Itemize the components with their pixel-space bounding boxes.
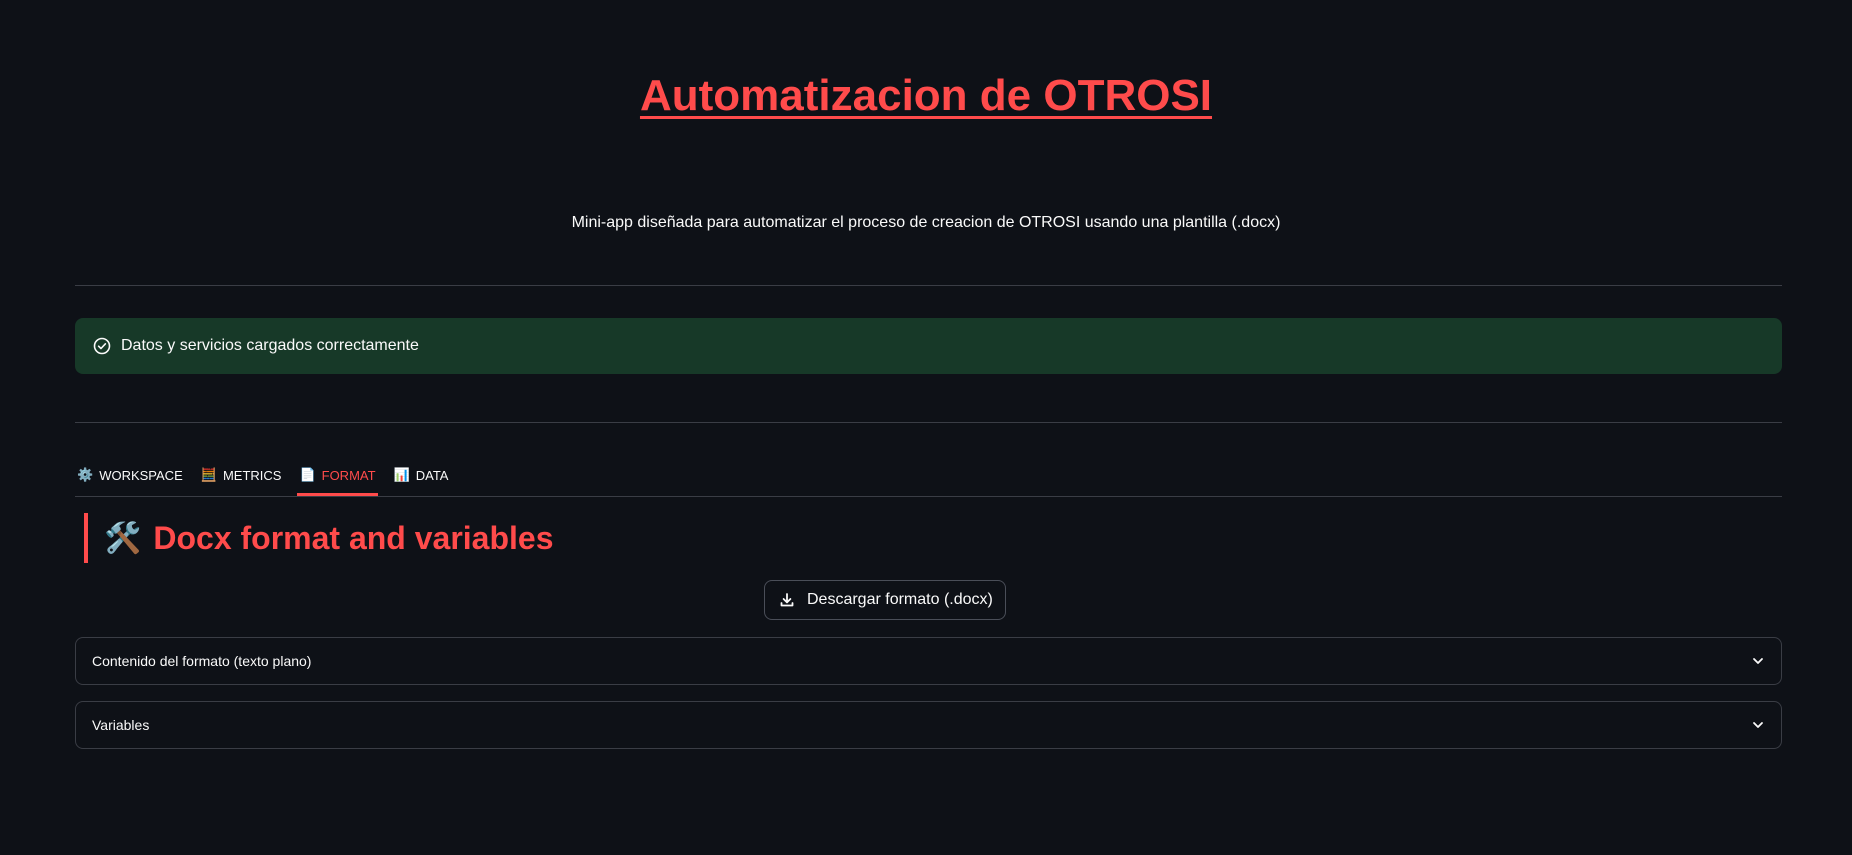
tools-icon: 🛠️ (104, 521, 142, 555)
tab-data[interactable]: 📊 DATA (392, 456, 451, 494)
tab-workspace-label: WORKSPACE (99, 467, 183, 483)
divider-top (75, 285, 1782, 286)
app-page: Automatizacion de OTROSI Mini-app diseña… (0, 0, 1852, 855)
chevron-down-icon (1751, 654, 1765, 668)
tab-format[interactable]: 📄 FORMAT (297, 456, 378, 496)
check-circle-icon (93, 337, 111, 355)
tab-data-label: DATA (415, 467, 449, 483)
page-title: Automatizacion de OTROSI (639, 71, 1213, 120)
abacus-icon: 🧮 (200, 467, 217, 482)
chevron-down-icon (1751, 718, 1765, 732)
gear-icon: ⚙️ (77, 467, 94, 482)
document-icon: 📄 (299, 467, 316, 482)
tab-bar: ⚙️ WORKSPACE 🧮 METRICS 📄 FORMAT 📊 DATA (75, 456, 1782, 497)
tab-metrics-label: METRICS (222, 467, 282, 483)
download-format-label: Descargar formato (.docx) (807, 591, 993, 608)
expander-variables[interactable]: Variables (75, 701, 1782, 749)
tab-workspace[interactable]: ⚙️ WORKSPACE (75, 456, 185, 494)
success-alert: Datos y servicios cargados correctamente (75, 318, 1782, 374)
tab-metrics[interactable]: 🧮 METRICS (199, 456, 284, 494)
section-title: Docx format and variables (153, 519, 554, 556)
bar-chart-icon: 📊 (393, 467, 410, 482)
success-alert-text: Datos y servicios cargados correctamente (121, 337, 419, 354)
page-subtitle: Mini-app diseñada para automatizar el pr… (571, 214, 1281, 231)
download-format-button[interactable]: Descargar formato (.docx) (764, 580, 1006, 620)
tab-format-label: FORMAT (321, 467, 376, 483)
divider-middle (75, 422, 1782, 423)
expander-format-content[interactable]: Contenido del formato (texto plano) (75, 637, 1782, 685)
download-icon (779, 592, 795, 608)
expander-variables-label: Variables (92, 717, 150, 733)
section-heading: 🛠️ Docx format and variables (84, 513, 554, 563)
expander-format-content-label: Contenido del formato (texto plano) (92, 653, 312, 669)
